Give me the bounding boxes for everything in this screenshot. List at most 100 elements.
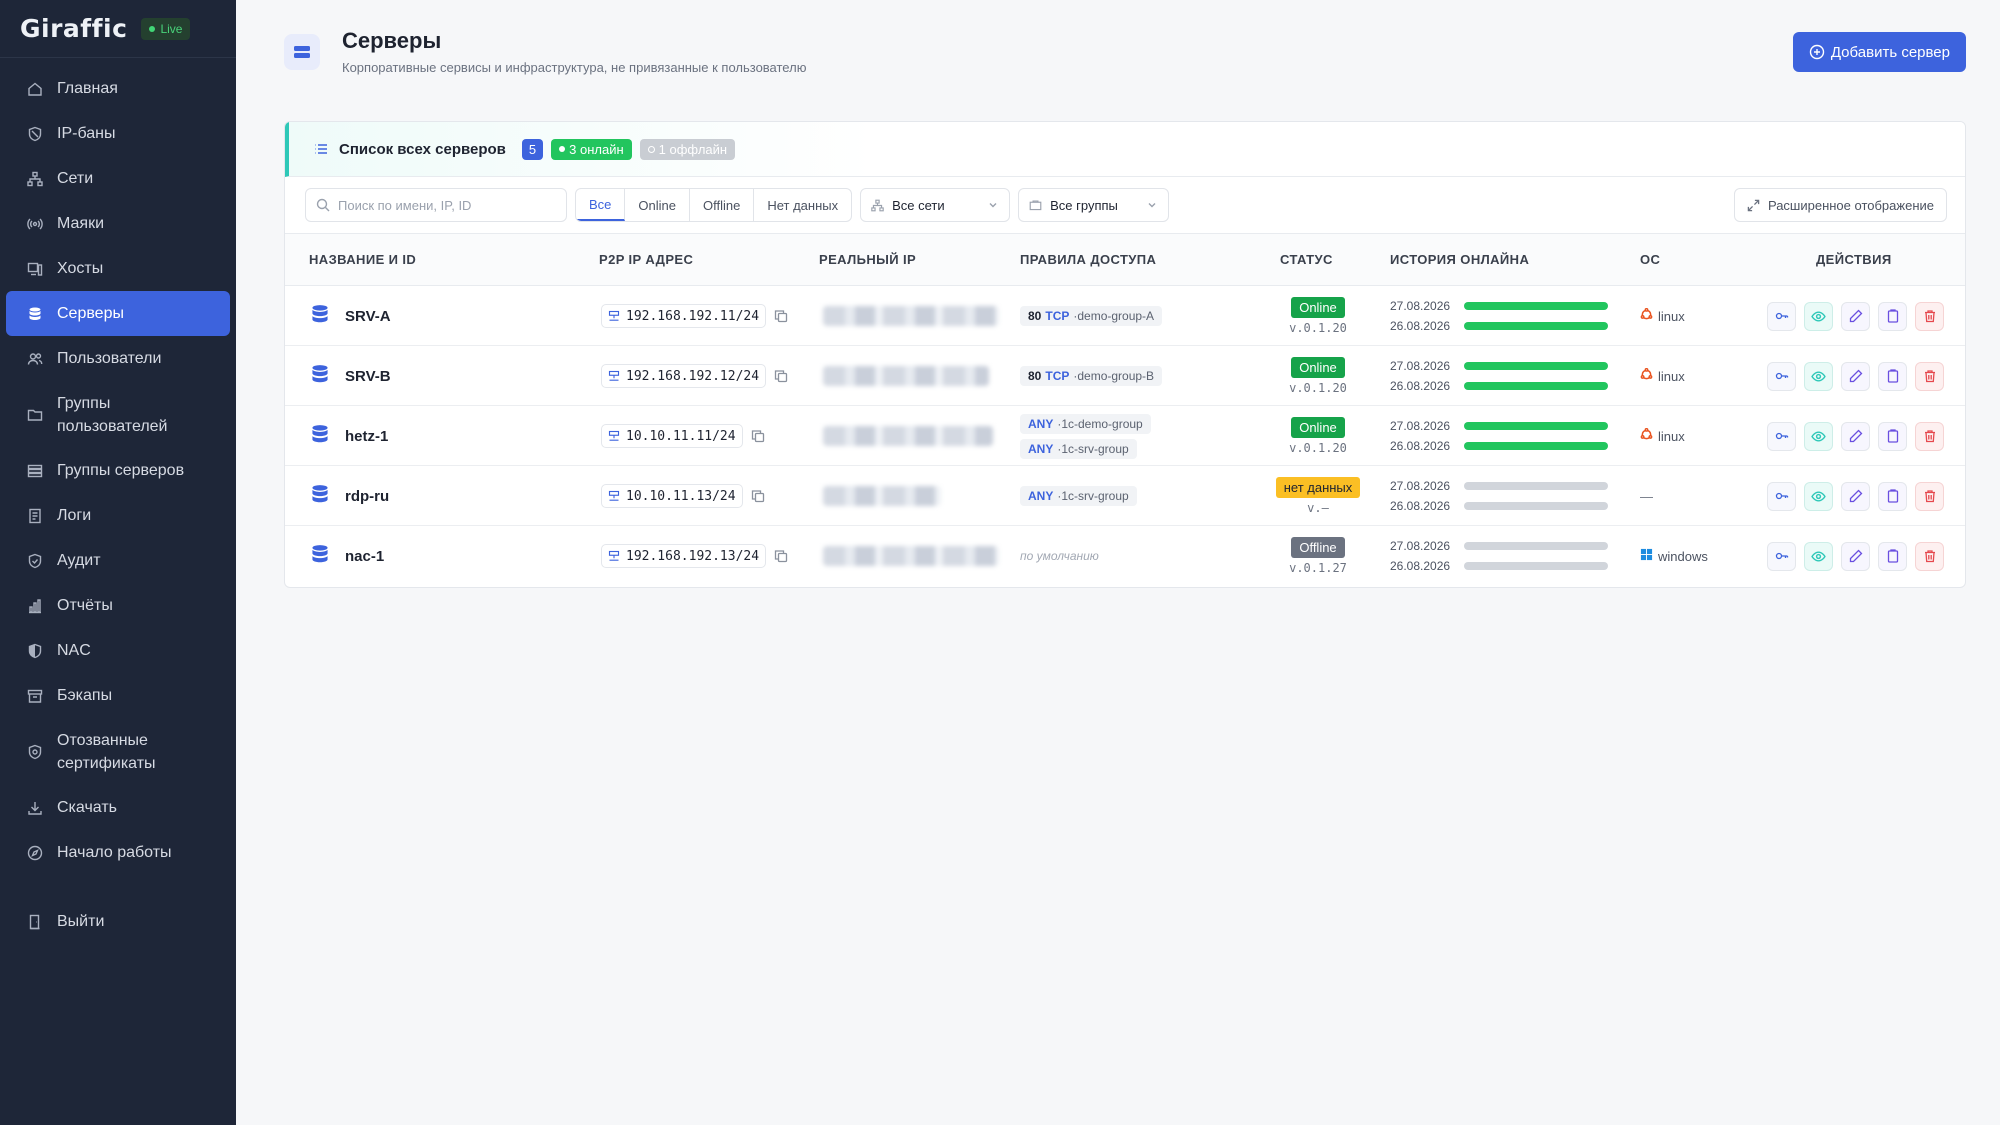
sidebar-item-networks[interactable]: Сети (6, 156, 230, 201)
copy-button[interactable] (1878, 541, 1907, 571)
database-icon (309, 302, 331, 331)
sidebar-item-backups[interactable]: Бэкапы (6, 673, 230, 718)
server-name[interactable]: SRV-B (345, 368, 391, 385)
sidebar-item-ip-bans[interactable]: IP-баны (6, 111, 230, 156)
view-button[interactable] (1804, 361, 1833, 391)
copy-button[interactable] (1878, 301, 1907, 331)
edit-button[interactable] (1841, 361, 1870, 391)
pencil-icon (1849, 309, 1862, 323)
access-rule: ANY ·1c-srv-group (1020, 438, 1137, 459)
delete-button[interactable] (1915, 301, 1944, 331)
history-bar (1464, 502, 1609, 510)
table-row[interactable]: SRV-B 192.168.192.12/24 80 TCP ·demo-group… (285, 346, 1965, 406)
chart-icon (27, 598, 43, 614)
history-bar (1464, 482, 1609, 490)
copy-icon[interactable] (751, 489, 765, 503)
key-button[interactable] (1767, 421, 1796, 451)
delete-button[interactable] (1915, 481, 1944, 511)
view-button[interactable] (1804, 481, 1833, 511)
view-button[interactable] (1804, 541, 1833, 571)
trash-icon (1924, 310, 1935, 323)
filter-all[interactable]: Все (576, 189, 626, 221)
page-header: Серверы Корпоративные сервисы и инфрастр… (236, 0, 2000, 110)
eye-icon (1811, 551, 1826, 561)
edit-button[interactable] (1841, 481, 1870, 511)
network-icon (27, 171, 43, 187)
delete-button[interactable] (1915, 541, 1944, 571)
sidebar-item-server-groups[interactable]: Группы серверов (6, 448, 230, 493)
trash-icon (1924, 490, 1935, 503)
home-icon (27, 81, 43, 97)
edit-button[interactable] (1841, 301, 1870, 331)
os-label: windows (1658, 548, 1708, 564)
view-button[interactable] (1804, 421, 1833, 451)
sidebar-item-reports[interactable]: Отчёты (6, 583, 230, 628)
copy-button[interactable] (1878, 421, 1907, 451)
view-button[interactable] (1804, 301, 1833, 331)
eye-icon (1811, 371, 1826, 381)
server-name[interactable]: rdp-ru (345, 488, 389, 505)
copy-button[interactable] (1878, 481, 1907, 511)
users-icon (27, 351, 43, 367)
sidebar-item-user-groups[interactable]: Группы пользователей (6, 381, 230, 448)
sidebar-item-logs[interactable]: Логи (6, 493, 230, 538)
version: v.0.1.20 (1289, 381, 1347, 395)
access-rule: 80 TCP ·demo-group-A (1020, 306, 1163, 326)
version: v.0.1.20 (1289, 441, 1347, 455)
sidebar-item-servers[interactable]: Серверы (6, 291, 230, 336)
list-icon (313, 141, 329, 157)
add-server-button[interactable]: Добавить сервер (1792, 32, 1966, 72)
groups-select[interactable]: Все группы (1018, 188, 1170, 222)
sidebar-item-logout[interactable]: Выйти (6, 899, 230, 944)
table-row[interactable]: SRV-A 192.168.192.11/24 80 TCP ·demo-group… (285, 286, 1965, 346)
copy-icon[interactable] (774, 369, 788, 383)
network-icon (608, 550, 620, 561)
key-button[interactable] (1767, 301, 1796, 331)
key-icon (1775, 432, 1788, 440)
expanded-view-button[interactable]: Расширенное отображение (1733, 188, 1947, 222)
p2p-ip-chip: 10.10.11.13/24 (601, 484, 743, 508)
search-input[interactable] (338, 197, 558, 213)
filter-no-data[interactable]: Нет данных (754, 189, 851, 221)
version: v.– (1307, 501, 1329, 515)
ubuntu-icon (1640, 307, 1653, 324)
sidebar-item-revoked-certs[interactable]: Отозванные сертификаты (6, 718, 230, 785)
copy-icon[interactable] (751, 429, 765, 443)
key-button[interactable] (1767, 361, 1796, 391)
copy-button[interactable] (1878, 361, 1907, 391)
networks-select[interactable]: Все сети (860, 188, 1011, 222)
server-name[interactable]: SRV-A (345, 308, 391, 325)
plus-circle-icon (1809, 44, 1825, 60)
copy-icon[interactable] (774, 549, 788, 563)
ubuntu-icon (1640, 367, 1653, 384)
edit-button[interactable] (1841, 421, 1870, 451)
clipboard-icon (1887, 369, 1898, 383)
table-row[interactable]: rdp-ru 10.10.11.13/24 ANY ·1c-srv-group н… (285, 466, 1965, 526)
sidebar-item-getting-started[interactable]: Начало работы (6, 830, 230, 875)
edit-button[interactable] (1841, 541, 1870, 571)
os-label: — (1640, 488, 1653, 504)
sidebar-item-audit[interactable]: Аудит (6, 538, 230, 583)
logo[interactable]: Giraffic (20, 14, 127, 43)
key-button[interactable] (1767, 481, 1796, 511)
server-name[interactable]: nac-1 (345, 548, 384, 565)
table-row[interactable]: nac-1 192.168.192.13/24 по умолчанию Off… (285, 526, 1965, 586)
table-row[interactable]: hetz-1 10.10.11.11/24 ANY ·1c-demo-group … (285, 406, 1965, 466)
sidebar-item-download[interactable]: Скачать (6, 785, 230, 830)
card-header: Список всех серверов 5 3 онлайн 1 оффлай… (285, 122, 1965, 177)
sidebar-item-nac[interactable]: NAC (6, 628, 230, 673)
sidebar-item-home[interactable]: Главная (6, 66, 230, 111)
sidebar-item-beacons[interactable]: Маяки (6, 201, 230, 246)
server-name[interactable]: hetz-1 (345, 428, 388, 445)
filter-offline[interactable]: Offline (690, 189, 755, 221)
key-button[interactable] (1767, 541, 1796, 571)
key-icon (1775, 492, 1788, 500)
copy-icon[interactable] (774, 309, 788, 323)
nav: Главная IP-баны Сети Маяки Хосты Серверы… (0, 58, 236, 944)
filter-online[interactable]: Online (625, 189, 690, 221)
delete-button[interactable] (1915, 421, 1944, 451)
sidebar-item-hosts[interactable]: Хосты (6, 246, 230, 291)
sidebar-item-users[interactable]: Пользователи (6, 336, 230, 381)
col-real-ip: РЕАЛЬНЫЙ IP (819, 252, 917, 267)
delete-button[interactable] (1915, 361, 1944, 391)
